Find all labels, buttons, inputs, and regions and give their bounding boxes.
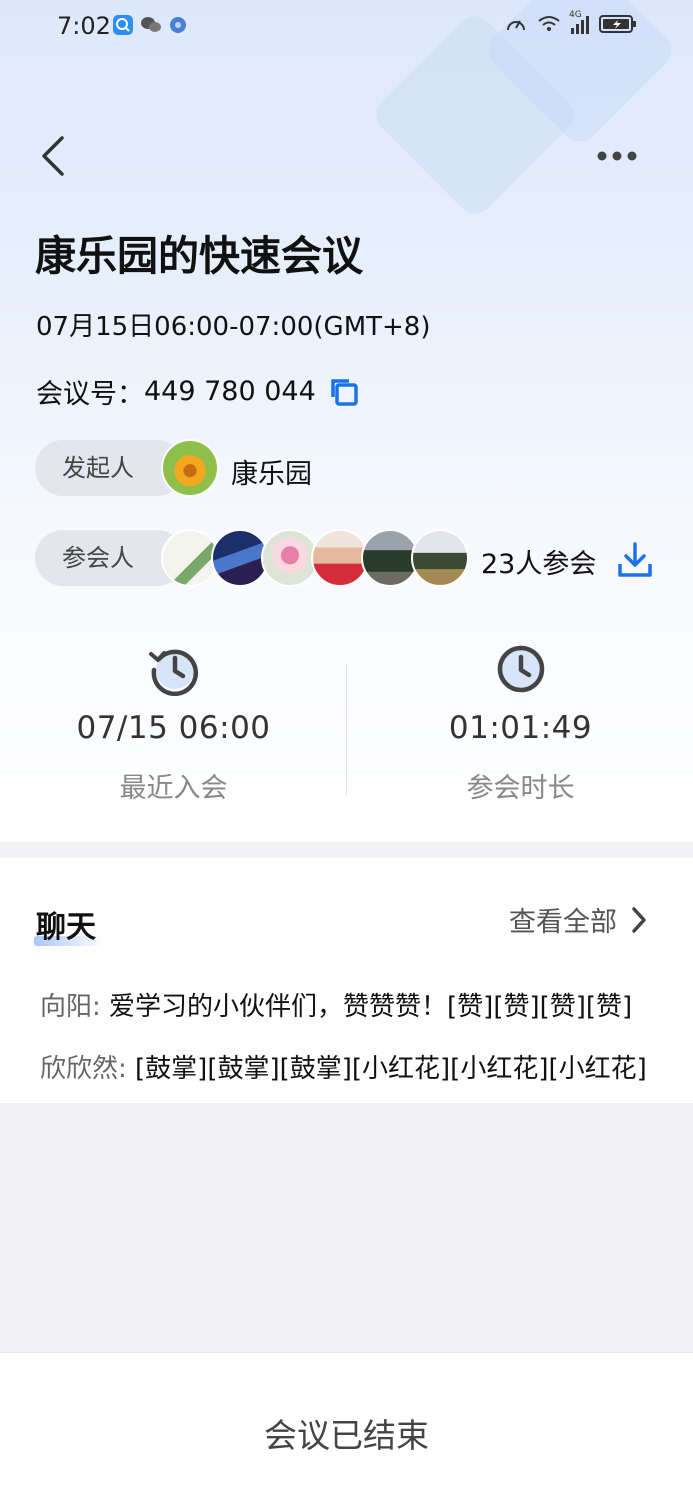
recent-join-value: 07/15 06:00: [76, 710, 271, 746]
meeting-number: 449 780 044: [144, 376, 316, 407]
signal-icon: 4G: [569, 10, 589, 34]
wifi-icon: [538, 16, 560, 31]
duration-stat: 01:01:49 参会时长: [347, 630, 693, 805]
meeting-ended-status: 会议已结束: [264, 1416, 429, 1455]
attendee-count[interactable]: 23人参会: [481, 542, 596, 581]
chat-message[interactable]: 向阳: 爱学习的小伙伴们，赞赞赞！[赞][赞][赞][赞]: [40, 986, 660, 1023]
battery-icon: [599, 15, 636, 33]
clock-icon: [497, 645, 544, 693]
meeting-number-label: 会议号：: [36, 379, 144, 410]
more-dots-icon[interactable]: [596, 150, 638, 162]
history-clock-icon: [148, 649, 198, 696]
status-bar: 7:02 4G: [0, 0, 693, 56]
download-icon[interactable]: [617, 540, 653, 580]
chat-message[interactable]: 欣欣然: [鼓掌][鼓掌][鼓掌][小红花][小红花][小红花]: [40, 1048, 660, 1085]
browser-icon: [168, 15, 188, 35]
chat-sender: 向阳:: [40, 992, 110, 1022]
meeting-footer: 会议已结束: [0, 1352, 693, 1500]
chat-text: [鼓掌][鼓掌][鼓掌][小红花][小红花][小红花]: [135, 1054, 647, 1084]
view-all-label: 查看全部: [509, 907, 617, 938]
chevron-left-icon[interactable]: [38, 134, 68, 178]
chat-sender: 欣欣然:: [40, 1054, 136, 1084]
meeting-stats: 07/15 06:00 最近入会 01:01:49 参会时长: [0, 630, 693, 830]
meeting-time: 07月15日06:00-07:00(GMT+8): [36, 312, 431, 342]
status-time: 7:02: [57, 12, 111, 40]
search-app-icon: [113, 15, 133, 35]
attendee-avatar[interactable]: [411, 529, 469, 587]
chat-text: 爱学习的小伙伴们，赞赞赞！[赞][赞][赞][赞]: [109, 992, 633, 1022]
network-type: 4G: [569, 10, 582, 20]
speed-icon: [507, 20, 525, 31]
initiator-avatar[interactable]: [161, 439, 219, 497]
meeting-number-row: 会议号： 449 780 044: [36, 372, 360, 411]
copy-icon[interactable]: [328, 376, 360, 408]
chat-title: 聊天: [36, 910, 96, 945]
recent-join-stat: 07/15 06:00 最近入会: [0, 630, 347, 805]
duration-label: 参会时长: [466, 773, 575, 804]
meeting-header-panel: 7:02 4G 康乐园的快速会议 07月15日06:00-07:00(GMT+8…: [0, 0, 693, 842]
meeting-title: 康乐园的快速会议: [35, 232, 363, 280]
wechat-icon: [140, 15, 161, 35]
view-all-chat-link[interactable]: 查看全部: [509, 900, 647, 939]
duration-value: 01:01:49: [448, 710, 593, 746]
chevron-right-icon: [632, 906, 646, 933]
initiator-name: 康乐园: [231, 459, 312, 490]
chat-section: 聊天 查看全部 向阳: 爱学习的小伙伴们，赞赞赞！[赞][赞][赞][赞] 欣欣…: [0, 858, 693, 1103]
status-icons: 4G: [505, 10, 637, 34]
recent-join-label: 最近入会: [119, 773, 228, 804]
